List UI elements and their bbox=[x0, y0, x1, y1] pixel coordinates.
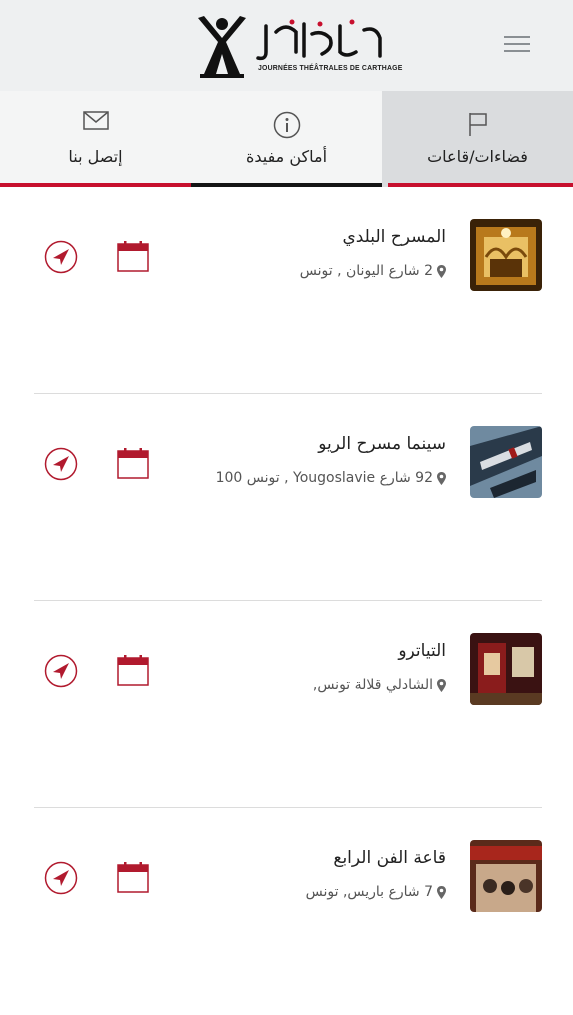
address-text: 2 شارع اليونان , تونس bbox=[299, 263, 433, 279]
calendar-icon[interactable] bbox=[117, 447, 149, 479]
calendar-icon[interactable] bbox=[117, 240, 149, 272]
venue-address: 7 شارع باريس, تونس bbox=[306, 884, 446, 900]
calendar-icon[interactable] bbox=[117, 654, 149, 686]
flag-icon bbox=[468, 113, 487, 136]
logo-subtitle: JOURNÉES THÉÂTRALES DE CARTHAGE bbox=[258, 63, 403, 72]
venue-title[interactable]: المسرح البلدي bbox=[342, 227, 446, 247]
navigate-icon[interactable] bbox=[44, 240, 78, 274]
list-item[interactable]: المسرح البلدي 2 شارع اليونان , تونس bbox=[0, 187, 573, 394]
venue-title[interactable]: سينما مسرح الريو bbox=[318, 434, 446, 454]
map-pin-icon bbox=[437, 471, 446, 485]
venue-thumbnail bbox=[470, 840, 542, 912]
info-icon bbox=[273, 111, 300, 139]
venue-address: 92 شارع Yougoslavie , تونس 100 bbox=[216, 470, 446, 486]
venue-list: المسرح البلدي 2 شارع اليونان , تونس سينم… bbox=[0, 187, 573, 1015]
venue-thumbnail bbox=[470, 633, 542, 705]
tab-label: أماكن مفيدة bbox=[245, 147, 328, 166]
map-pin-icon bbox=[437, 678, 446, 692]
calendar-icon[interactable] bbox=[117, 861, 149, 893]
hamburger-menu-icon[interactable] bbox=[504, 36, 532, 54]
venue-thumbnail bbox=[470, 426, 542, 498]
tab-label: إتصل بنا bbox=[68, 147, 123, 166]
tab-contact[interactable]: إتصل بنا bbox=[0, 91, 191, 187]
map-pin-icon bbox=[437, 885, 446, 899]
address-text: 7 شارع باريس, تونس bbox=[305, 884, 433, 900]
envelope-icon bbox=[82, 111, 109, 130]
venue-thumbnail bbox=[470, 219, 542, 291]
tab-venues[interactable]: فضاءات/قاعات bbox=[382, 91, 573, 187]
venue-address: 2 شارع اليونان , تونس bbox=[300, 263, 446, 279]
venue-title[interactable]: التياترو bbox=[398, 641, 446, 661]
tab-bar: إتصل بنا أماكن مفيدة فضاءات/قاعات bbox=[0, 91, 573, 187]
navigate-icon[interactable] bbox=[44, 447, 78, 481]
map-pin-icon bbox=[437, 264, 446, 278]
app-header: JOURNÉES THÉÂTRALES DE CARTHAGE bbox=[0, 0, 573, 91]
venue-title[interactable]: قاعة الفن الرابع bbox=[333, 848, 446, 868]
venue-address: الشادلي قلالة تونس, bbox=[313, 677, 446, 693]
list-item[interactable]: التياترو الشادلي قلالة تونس, bbox=[0, 601, 573, 808]
address-text: الشادلي قلالة تونس, bbox=[312, 677, 433, 693]
tab-useful-places[interactable]: أماكن مفيدة bbox=[191, 91, 382, 187]
list-item[interactable]: قاعة الفن الرابع 7 شارع باريس, تونس bbox=[0, 808, 573, 1015]
navigate-icon[interactable] bbox=[44, 654, 78, 688]
list-item[interactable]: سينما مسرح الريو 92 شارع Yougoslavie , ت… bbox=[0, 394, 573, 601]
address-text: 92 شارع Yougoslavie , تونس 100 bbox=[215, 470, 433, 486]
navigate-icon[interactable] bbox=[44, 861, 78, 895]
tab-label: فضاءات/قاعات bbox=[427, 147, 528, 166]
